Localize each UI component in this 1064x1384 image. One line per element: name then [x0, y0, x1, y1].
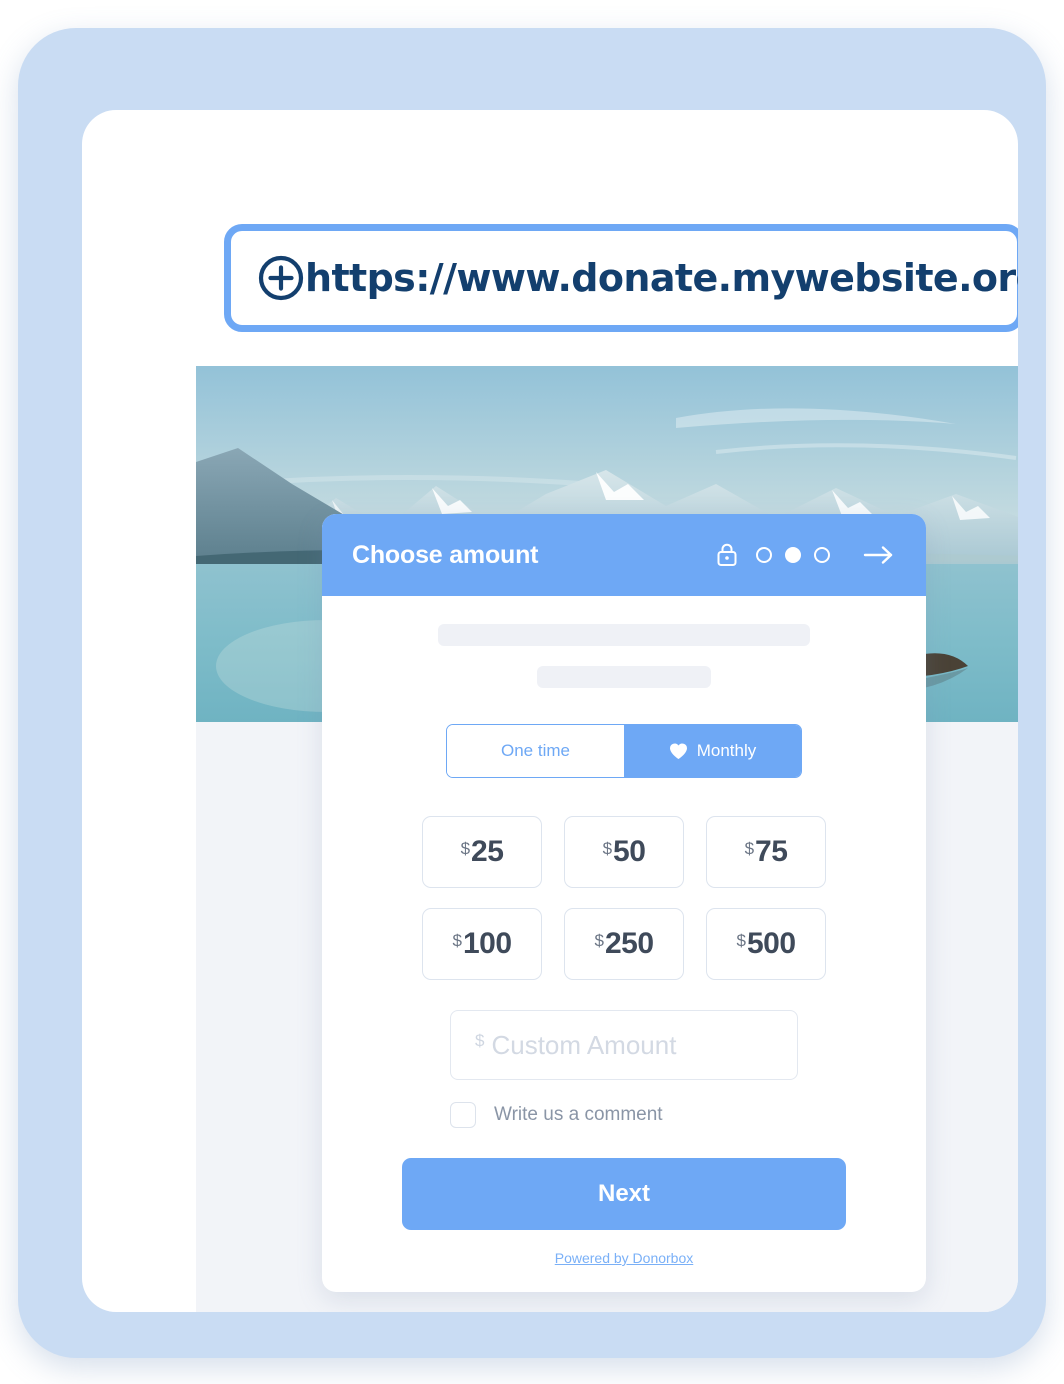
- comment-label: Write us a comment: [494, 1104, 663, 1125]
- next-button[interactable]: Next: [402, 1158, 846, 1230]
- custom-amount-placeholder: Custom Amount: [491, 1029, 677, 1060]
- comment-checkbox[interactable]: [450, 1102, 476, 1128]
- url-bar[interactable]: https://www.donate.mywebsite.org: [224, 224, 1018, 332]
- currency-symbol: $: [460, 839, 471, 858]
- step-dot-2[interactable]: [785, 547, 801, 563]
- powered-by-link[interactable]: Powered by Donorbox: [322, 1250, 926, 1266]
- amount-value: 250: [604, 927, 654, 960]
- amount-value: 50: [613, 835, 646, 868]
- device-frame: https://www.donate.mywebsite.org Choose …: [18, 28, 1046, 1358]
- amount-button-50[interactable]: $ 50: [564, 816, 684, 888]
- lock-icon: [716, 543, 738, 567]
- skeleton-placeholder-subtitle: [537, 666, 711, 688]
- donation-form-card: Choose amount One time Monthly $ 25 $ 50…: [322, 514, 926, 1292]
- page-viewport: Choose amount One time Monthly $ 25 $ 50…: [196, 366, 1018, 1312]
- step-indicator: [756, 547, 830, 563]
- currency-symbol: $: [594, 931, 604, 950]
- step-dot-3[interactable]: [814, 547, 830, 563]
- comment-checkbox-row[interactable]: Write us a comment: [450, 1102, 798, 1128]
- url-text[interactable]: https://www.donate.mywebsite.org: [305, 256, 1018, 300]
- recurrence-option-one-time[interactable]: One time: [447, 725, 624, 777]
- amount-button-25[interactable]: $ 25: [422, 816, 542, 888]
- amount-button-100[interactable]: $ 100: [422, 908, 542, 980]
- header-icons: [716, 543, 896, 567]
- currency-symbol: $: [744, 839, 755, 858]
- currency-symbol: $: [736, 931, 746, 950]
- amount-button-500[interactable]: $ 500: [706, 908, 826, 980]
- currency-symbol: $: [602, 839, 613, 858]
- amount-value: 75: [755, 835, 788, 868]
- custom-amount-input[interactable]: $ Custom Amount: [450, 1010, 798, 1080]
- browser-window: https://www.donate.mywebsite.org Choose …: [82, 110, 1018, 1312]
- recurrence-label-one-time: One time: [501, 741, 570, 760]
- currency-symbol: $: [452, 931, 462, 950]
- form-header: Choose amount: [322, 514, 926, 596]
- recurrence-label-monthly: Monthly: [696, 741, 757, 760]
- step-dot-1[interactable]: [756, 547, 772, 563]
- skeleton-placeholder-title: [438, 624, 810, 646]
- amount-button-75[interactable]: $ 75: [706, 816, 826, 888]
- plus-circle-icon[interactable]: [257, 254, 305, 302]
- amount-value: 25: [471, 835, 504, 868]
- arrow-right-icon[interactable]: [862, 544, 896, 566]
- amount-grid: $ 25 $ 50 $ 75 $ 100 $ 250 $ 500: [422, 816, 826, 980]
- amount-button-250[interactable]: $ 250: [564, 908, 684, 980]
- form-body: One time Monthly $ 25 $ 50 $ 75 $ 100 $ …: [322, 624, 926, 1266]
- recurrence-toggle: One time Monthly: [446, 724, 802, 778]
- amount-value: 500: [746, 927, 796, 960]
- amount-value: 100: [462, 927, 512, 960]
- heart-icon: [669, 742, 688, 760]
- currency-symbol: $: [475, 1031, 485, 1050]
- recurrence-option-monthly[interactable]: Monthly: [624, 725, 801, 777]
- form-title: Choose amount: [352, 540, 539, 569]
